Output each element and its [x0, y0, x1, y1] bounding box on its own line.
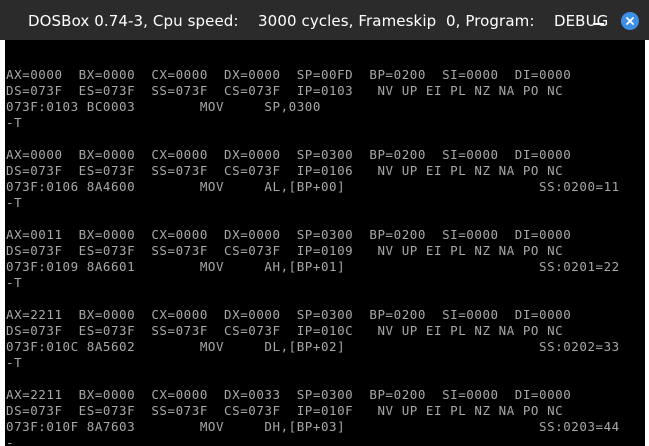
console-line: AX=2211 BX=0000 CX=0000 DX=0033 SP=0300 … [6, 387, 572, 402]
console-line: -T [6, 195, 23, 210]
console-line: DS=073F ES=073F SS=073F CS=073F IP=0109 … [6, 243, 564, 258]
dosbox-window: DOSBox 0.74-3, Cpu speed: 3000 cycles, F… [0, 0, 649, 446]
console-line: AX=0000 BX=0000 CX=0000 DX=0000 SP=0300 … [6, 147, 572, 162]
console-line: 073F:0109 8A6601 MOV AH,[BP+01] SS:0201=… [6, 259, 620, 274]
console-line: -T [6, 115, 23, 130]
window-title: DOSBox 0.74-3, Cpu speed: 3000 cycles, F… [28, 12, 609, 30]
command-prompt: - [6, 435, 15, 446]
console-line: -T [6, 355, 23, 370]
console-line: DS=073F ES=073F SS=073F CS=073F IP=0103 … [6, 83, 564, 98]
prompt-line[interactable]: - [6, 435, 620, 446]
title-bar[interactable]: DOSBox 0.74-3, Cpu speed: 3000 cycles, F… [0, 0, 649, 40]
console-line: 073F:010F 8A7603 MOV DH,[BP+03] SS:0203=… [6, 419, 620, 434]
console-line: 073F:0103 BC0003 MOV SP,0300 [6, 99, 321, 114]
console-screen[interactable]: AX=0000 BX=0000 CX=0000 DX=0000 SP=00FD … [5, 40, 645, 446]
close-icon[interactable] [621, 12, 639, 30]
console-line: AX=0011 BX=0000 CX=0000 DX=0000 SP=0300 … [6, 227, 572, 242]
console-line: -T [6, 275, 23, 290]
console-line: AX=2211 BX=0000 CX=0000 DX=0000 SP=0300 … [6, 307, 572, 322]
minimize-icon[interactable] [591, 12, 607, 28]
console-line: 073F:0106 8A4600 MOV AL,[BP+00] SS:0200=… [6, 179, 620, 194]
console-line: DS=073F ES=073F SS=073F CS=073F IP=010F … [6, 403, 564, 418]
close-x-glyph [626, 17, 634, 25]
console-output: AX=0000 BX=0000 CX=0000 DX=0000 SP=00FD … [6, 51, 620, 446]
console-line: 073F:010C 8A5602 MOV DL,[BP+02] SS:0202=… [6, 339, 620, 354]
console-line: AX=0000 BX=0000 CX=0000 DX=0000 SP=00FD … [6, 67, 572, 82]
minimize-bar [593, 23, 604, 25]
console-line: DS=073F ES=073F SS=073F CS=073F IP=010C … [6, 323, 564, 338]
console-line: DS=073F ES=073F SS=073F CS=073F IP=0106 … [6, 163, 564, 178]
